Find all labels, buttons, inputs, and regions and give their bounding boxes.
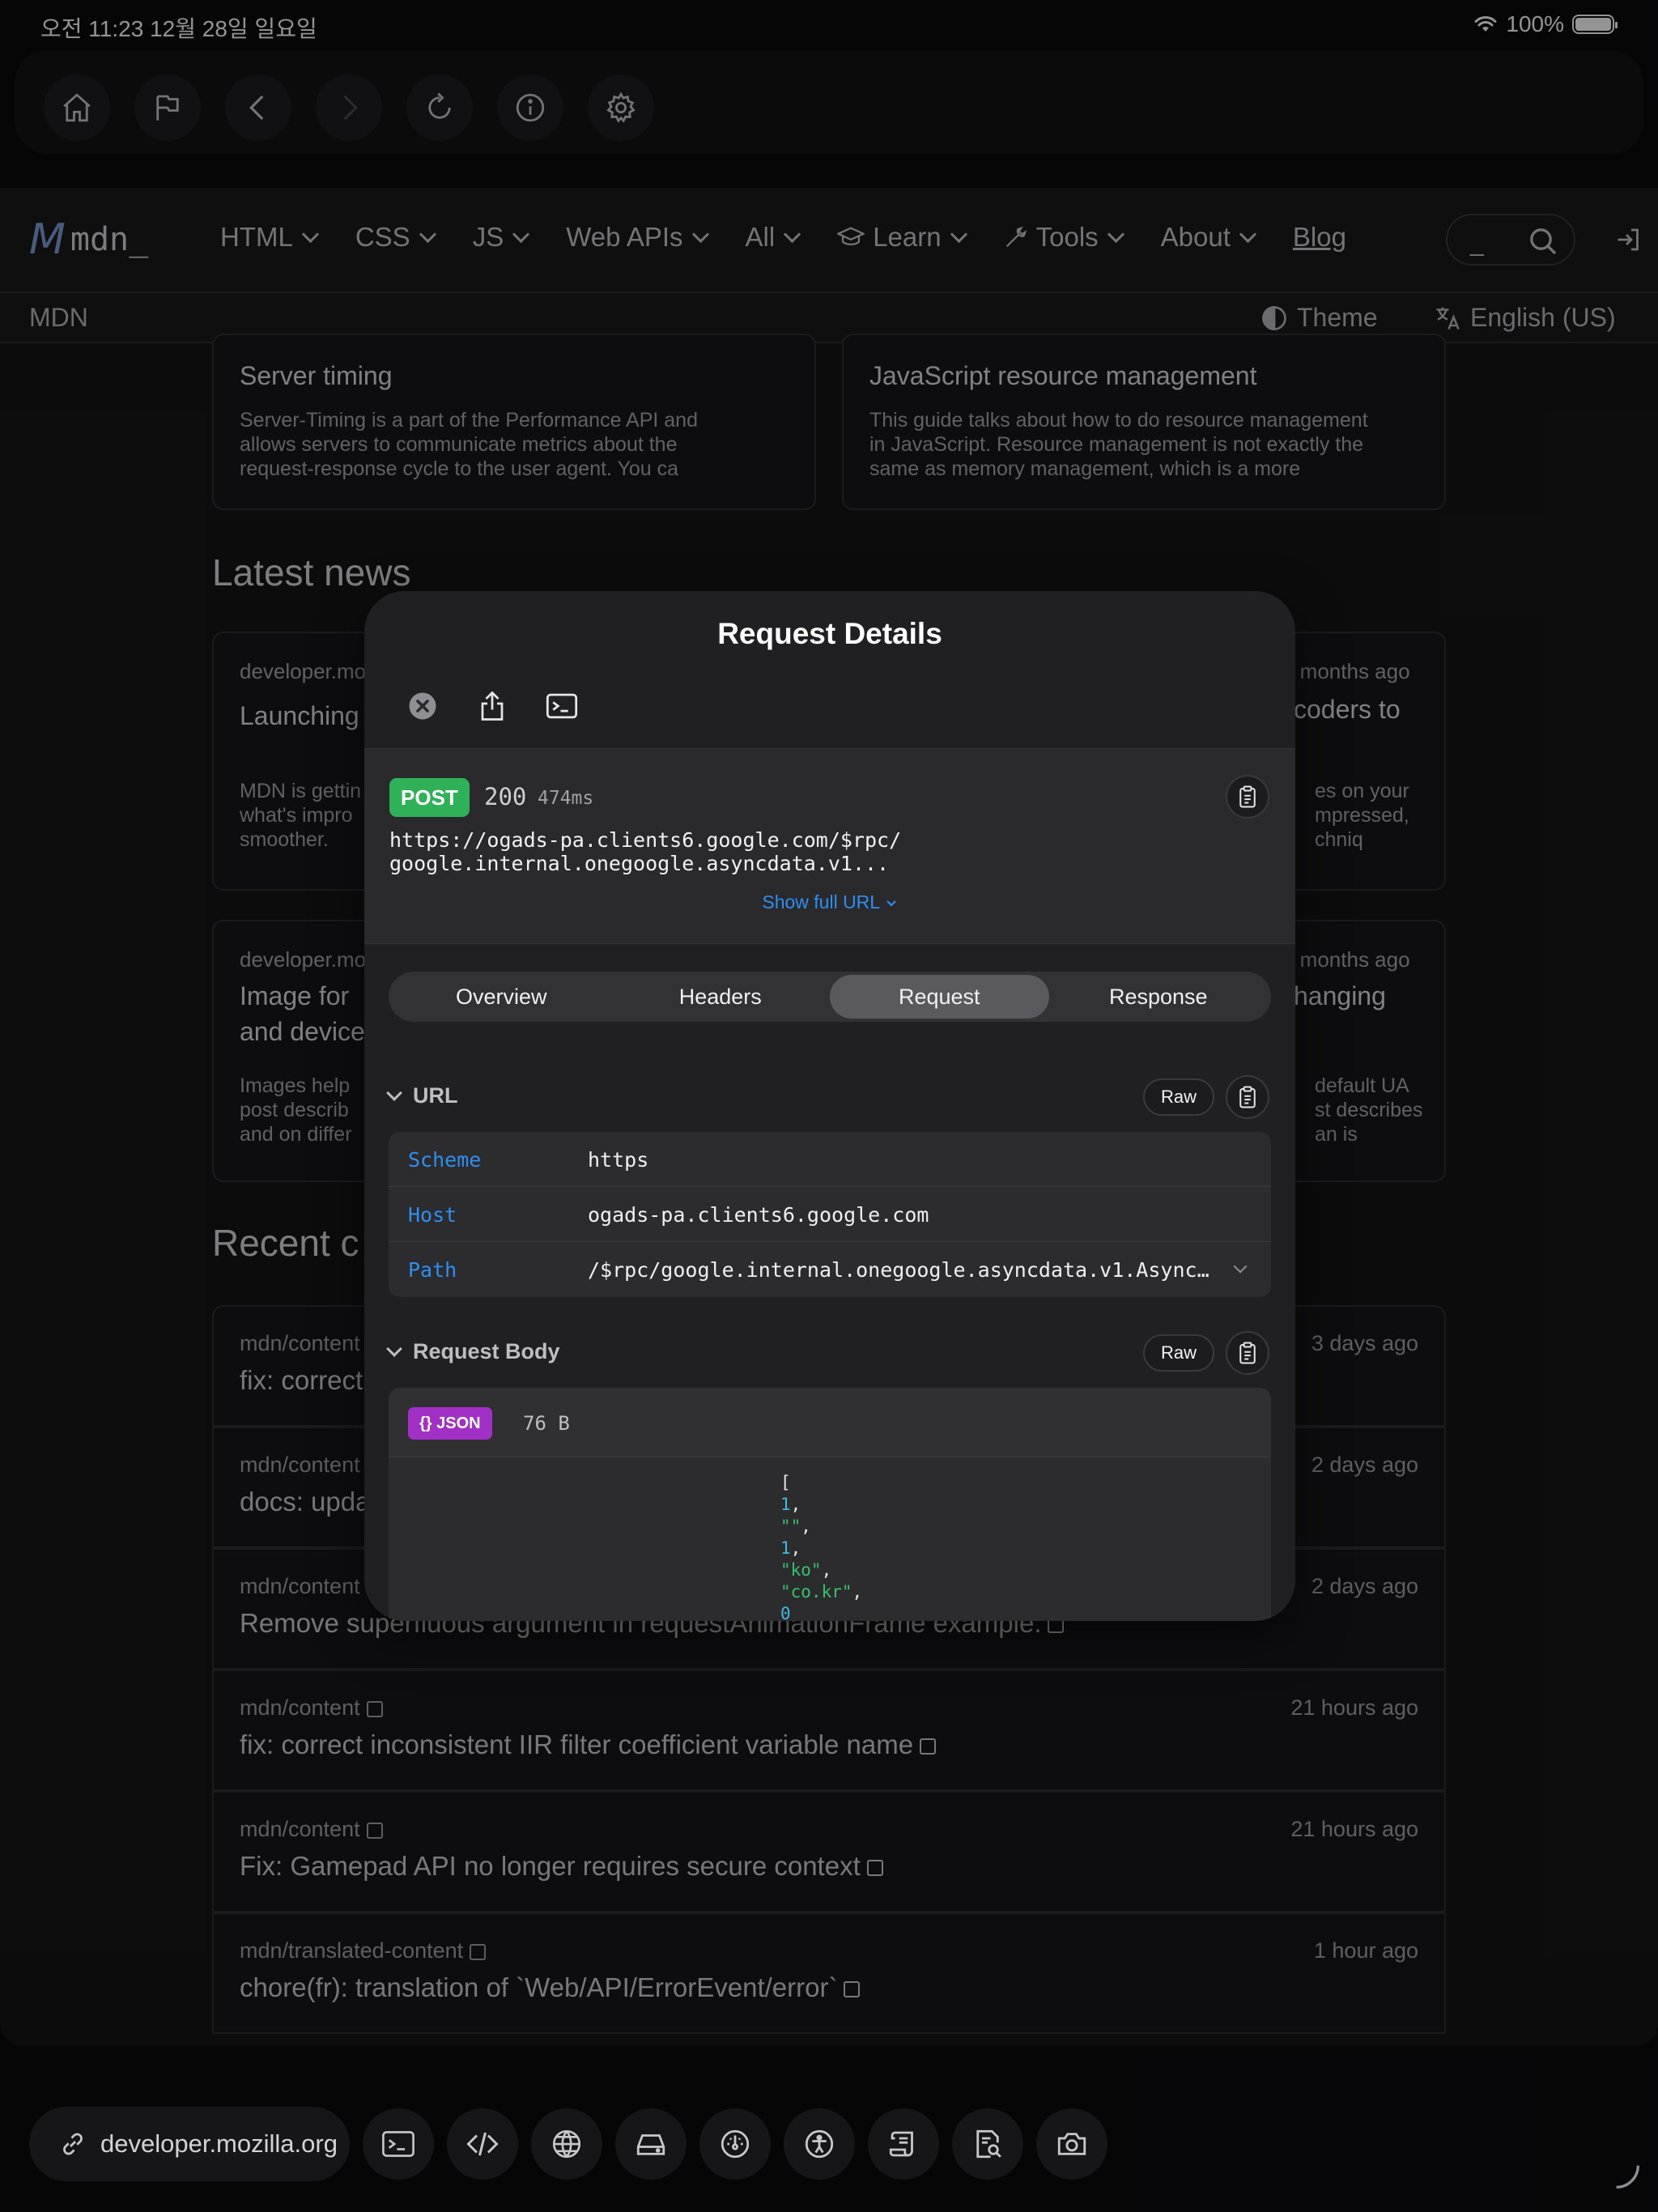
request-duration: 474ms (538, 788, 594, 809)
globe-icon[interactable] (531, 2108, 602, 2180)
copy-url-section-button[interactable] (1226, 1075, 1269, 1119)
url-value: /$rpc/google.internal.onegoogle.asyncdat… (588, 1258, 1209, 1282)
request-url: https://ogads-pa.clients6.google.com/$rp… (389, 828, 902, 875)
terminal-icon[interactable] (363, 2108, 434, 2180)
link-icon (63, 2133, 83, 2155)
share-icon[interactable] (474, 688, 510, 724)
copy-icon (1239, 1086, 1256, 1108)
chevron-down-icon[interactable] (1233, 1259, 1248, 1274)
tab-response[interactable]: Response (1049, 975, 1269, 1019)
url-value: https (588, 1148, 649, 1172)
document-search-icon[interactable] (952, 2108, 1023, 2180)
body-raw-button[interactable]: Raw (1143, 1334, 1215, 1372)
code-line: 1, (780, 1495, 801, 1514)
tab-overview[interactable]: Overview (392, 975, 611, 1019)
code-line: [ (780, 1473, 791, 1492)
url-key: Path (408, 1258, 457, 1282)
code-line: 0 (780, 1604, 791, 1621)
request-details-sheet: Request Details POST 200 474ms https://o… (364, 591, 1295, 1621)
close-icon[interactable] (405, 688, 440, 724)
url-section-toggle[interactable]: URL (386, 1083, 458, 1108)
json-code: [ 1, "", 1, "ko", "co.kr", 0 (780, 1472, 862, 1621)
body-header: {} JSON 76 B (389, 1388, 1271, 1457)
tab-request[interactable]: Request (830, 975, 1049, 1019)
camera-icon[interactable] (1036, 2108, 1107, 2180)
url-key: Host (408, 1203, 457, 1227)
address-text: developer.mozilla.org (100, 2129, 338, 2158)
url-row-scheme: Scheme https (389, 1132, 1271, 1187)
detail-tabs: Overview Headers Request Response (389, 972, 1271, 1022)
bottom-toolbar: developer.mozilla.org (29, 2107, 1632, 2181)
terminal-icon[interactable] (544, 688, 580, 724)
sheet-title: Request Details (717, 617, 942, 650)
json-format-badge: {} JSON (408, 1407, 492, 1440)
code-line: 1, (780, 1538, 801, 1558)
sheet-actions (405, 688, 580, 724)
chevron-down-icon (886, 900, 896, 907)
code-line: "ko", (780, 1560, 832, 1580)
url-row-host: Host ogads-pa.clients6.google.com (389, 1187, 1271, 1242)
url-row-path[interactable]: Path /$rpc/google.internal.onegoogle.asy… (389, 1242, 1271, 1297)
address-bar[interactable]: developer.mozilla.org (29, 2107, 350, 2181)
code-icon[interactable] (447, 2108, 518, 2180)
request-body-viewer: {} JSON 76 B [ 1, "", 1, "ko", "co.kr", … (389, 1388, 1271, 1621)
url-components-table: Scheme https Host ogads-pa.clients6.goog… (389, 1132, 1271, 1297)
script-icon[interactable] (868, 2108, 939, 2180)
code-line: "", (780, 1516, 811, 1536)
code-line: "co.kr", (780, 1582, 863, 1602)
performance-icon[interactable] (699, 2108, 771, 2180)
url-value: ogads-pa.clients6.google.com (588, 1203, 929, 1227)
request-body-section-toggle[interactable]: Request Body (386, 1339, 560, 1364)
copy-icon (1239, 1342, 1256, 1364)
copy-icon (1239, 785, 1256, 808)
show-full-url-link[interactable]: Show full URL (364, 891, 1295, 913)
url-key: Scheme (408, 1148, 482, 1172)
url-raw-button[interactable]: Raw (1143, 1078, 1215, 1116)
body-size: 76 B (523, 1412, 570, 1435)
accessibility-icon[interactable] (784, 2108, 855, 2180)
copy-url-button[interactable] (1226, 775, 1269, 819)
copy-body-button[interactable] (1226, 1331, 1269, 1375)
status-code: 200 (484, 783, 527, 810)
storage-icon[interactable] (615, 2108, 687, 2180)
tab-headers[interactable]: Headers (611, 975, 831, 1019)
resize-handle-icon[interactable] (1611, 2160, 1643, 2193)
chevron-down-icon (386, 1340, 402, 1357)
request-summary: POST 200 474ms https://ogads-pa.clients6… (364, 748, 1295, 944)
chevron-down-icon (386, 1084, 402, 1101)
method-badge: POST (389, 778, 470, 817)
